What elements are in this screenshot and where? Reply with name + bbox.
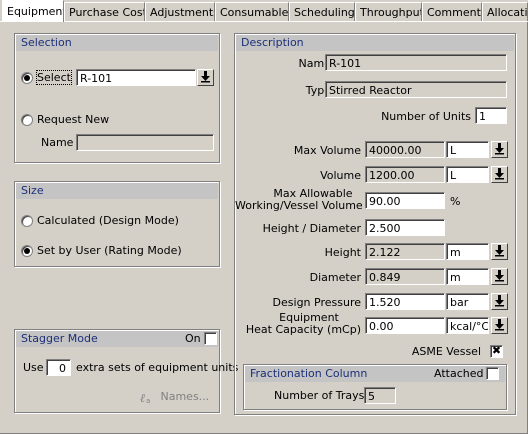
request-name-label: Name <box>41 136 74 149</box>
description-title: Description <box>236 35 514 51</box>
heatcap-unit-dropdown[interactable] <box>491 317 508 334</box>
down-arrow-bar-icon <box>495 245 504 257</box>
down-arrow-bar-icon <box>495 143 504 155</box>
fractionation-panel: Fractionation Column Attached Number of … <box>243 364 507 410</box>
pressure-unit[interactable]: bar <box>446 293 489 310</box>
max-allowable-label: Max Allowable Working/Vessel Volume <box>235 188 363 212</box>
max-allowable-label-line2: Working/Vessel Volume <box>235 199 363 212</box>
desc-name-field: R-101 <box>325 54 507 71</box>
set-by-user-radio[interactable] <box>21 245 33 257</box>
diameter-unit-dropdown[interactable] <box>491 268 508 285</box>
select-radio[interactable] <box>21 72 33 84</box>
units-field[interactable]: 1 <box>475 107 507 124</box>
select-equipment-combo[interactable]: R-101 <box>76 69 196 86</box>
stagger-on-checkbox[interactable] <box>204 332 217 345</box>
max-allowable-unit: % <box>450 195 461 208</box>
select-label[interactable]: Select <box>36 70 72 85</box>
stagger-use-label: Use <box>23 361 44 374</box>
names-button-label: Names... <box>160 390 210 403</box>
heatcap-label: Equipment Heat Capacity (mCp) <box>235 312 361 336</box>
selection-title: Selection <box>16 35 218 51</box>
names-button[interactable]: ℓ a Names... <box>139 390 210 405</box>
height-label: Height <box>324 246 361 259</box>
volume-field: 1200.00 <box>365 166 445 183</box>
hd-field[interactable]: 2.500 <box>365 219 445 236</box>
height-unit-dropdown[interactable] <box>491 243 508 260</box>
equipment-page: Selection Select R-101 Request New Name … <box>0 22 528 434</box>
size-panel: Size Calculated (Design Mode) Set by Use… <box>14 181 220 267</box>
down-arrow-bar-icon <box>201 71 210 83</box>
max-allowable-field[interactable]: 90.00 <box>365 192 445 209</box>
volume-unit-dropdown[interactable] <box>491 166 508 183</box>
tab-consumables[interactable]: Consumables <box>215 2 289 22</box>
down-arrow-bar-icon <box>495 295 504 307</box>
asme-checkbox[interactable]: ✖ <box>490 345 503 358</box>
down-arrow-bar-icon <box>495 168 504 180</box>
heatcap-field[interactable]: 0.00 <box>365 317 445 334</box>
svg-text:a: a <box>146 397 150 404</box>
diameter-field: 0.849 <box>365 268 445 285</box>
radio-dot-icon <box>24 75 30 81</box>
volume-label: Volume <box>320 169 361 182</box>
tab-throughput[interactable]: Throughput <box>355 2 422 22</box>
svg-text:ℓ: ℓ <box>140 391 145 404</box>
edit-label-icon: ℓ a <box>140 391 150 405</box>
height-field: 2.122 <box>365 243 445 260</box>
check-mark-icon: ✖ <box>491 344 502 357</box>
calculated-radio[interactable] <box>21 215 33 227</box>
heatcap-label-line2: Heat Capacity (mCp) <box>245 323 361 336</box>
set-by-user-label[interactable]: Set by User (Rating Mode) <box>37 244 182 257</box>
request-new-label[interactable]: Request New <box>37 113 109 126</box>
size-title: Size <box>16 183 218 199</box>
fractionation-attached-checkbox[interactable] <box>486 367 499 380</box>
down-arrow-bar-icon <box>495 270 504 282</box>
down-arrow-bar-icon <box>495 319 504 331</box>
tab-comments[interactable]: Comments <box>422 2 482 22</box>
desc-type-label: Type <box>305 84 331 97</box>
units-label: Number of Units <box>381 110 471 123</box>
request-name-field[interactable] <box>76 134 214 151</box>
calculated-label[interactable]: Calculated (Design Mode) <box>37 214 179 227</box>
desc-name-label: Name <box>298 57 331 70</box>
radio-dot-icon <box>24 248 30 254</box>
stagger-count-field[interactable]: 0 <box>46 359 71 376</box>
pressure-field[interactable]: 1.520 <box>365 293 445 310</box>
height-unit[interactable]: m <box>446 243 489 260</box>
desc-type-field: Stirred Reactor <box>325 81 507 98</box>
heatcap-unit[interactable]: kcal/°C <box>446 317 489 334</box>
max-volume-unit[interactable]: L <box>446 141 489 158</box>
max-volume-label: Max Volume <box>293 144 361 157</box>
trays-label: Number of Trays <box>274 389 365 402</box>
hd-label: Height / Diameter <box>262 222 361 235</box>
tab-bar: Equipment Purchase Cost Adjustments Cons… <box>0 0 528 22</box>
tab-scheduling[interactable]: Scheduling <box>289 2 355 22</box>
pressure-unit-dropdown[interactable] <box>491 293 508 310</box>
tab-equipment[interactable]: Equipment <box>2 0 64 22</box>
selection-panel: Selection Select R-101 Request New Name <box>14 33 220 163</box>
tab-allocation[interactable]: Allocatio <box>482 2 528 22</box>
trays-field: 5 <box>364 387 396 404</box>
select-dropdown-button[interactable] <box>197 69 214 86</box>
fractionation-attached-label: Attached <box>434 367 484 380</box>
tab-adjustments[interactable]: Adjustments <box>145 2 215 22</box>
volume-unit[interactable]: L <box>446 166 489 183</box>
max-volume-field: 40000.00 <box>365 141 445 158</box>
diameter-label: Diameter <box>309 271 361 284</box>
description-panel: Description Name R-101 Type Stirred Reac… <box>234 33 516 415</box>
stagger-on-label: On <box>185 332 201 345</box>
asme-label: ASME Vessel <box>411 345 481 358</box>
tab-purchase-cost[interactable]: Purchase Cost <box>64 2 145 22</box>
request-new-radio[interactable] <box>21 114 33 126</box>
stagger-extra-label: extra sets of equipment units <box>76 361 239 374</box>
max-volume-unit-dropdown[interactable] <box>491 141 508 158</box>
diameter-unit[interactable]: m <box>446 268 489 285</box>
pressure-label: Design Pressure <box>272 296 361 309</box>
stagger-mode-panel: Stagger Mode On Use 0 extra sets of equi… <box>14 329 238 413</box>
